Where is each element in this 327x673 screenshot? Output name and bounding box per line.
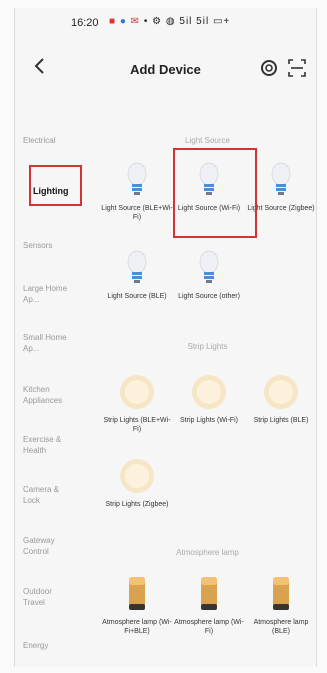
device-light-source-ble[interactable]: Light Source (BLE) — [101, 248, 173, 301]
strip-light-icon — [117, 456, 157, 496]
sidebar-item-sensors[interactable]: Sensors — [23, 240, 93, 251]
device-atmosphere-lamp-ble[interactable]: Atmosphere lamp (BLE) — [245, 574, 316, 636]
device-atmosphere-lamp-wifi-ble[interactable]: Atmosphere lamp (Wi-Fi+BLE) — [101, 574, 173, 636]
atmosphere-lamp-icon — [189, 574, 229, 614]
bulb-icon — [189, 248, 229, 288]
device-atmosphere-lamp-wifi[interactable]: Atmosphere lamp (Wi-Fi) — [173, 574, 245, 636]
phone-screen: 16:20 ■ ● ✉ • ⚙ ◍ 5il 5il ▭+ Add Device — [14, 8, 317, 667]
sidebar-item-electrical[interactable]: Electrical — [23, 135, 93, 146]
bulb-icon — [117, 160, 157, 200]
atmosphere-lamp-icon — [117, 574, 157, 614]
device-label: Light Source (BLE+Wi-Fi) — [101, 205, 173, 221]
qr-scan-icon[interactable] — [287, 58, 307, 78]
device-label: Strip Lights (BLE) — [253, 417, 309, 424]
status-bar: 16:20 ■ ● ✉ • ⚙ ◍ 5il 5il ▭+ — [15, 8, 316, 36]
wifi-light-source-highlight-box — [173, 148, 257, 238]
signal-text: 5il 5il — [179, 16, 210, 27]
wifi-icon: ◍ — [165, 16, 176, 27]
notification-icon: ■ — [109, 16, 117, 27]
auto-scan-icon[interactable] — [259, 58, 279, 78]
sidebar-item-large-home-appliances[interactable]: Large Home Ap... — [23, 283, 75, 305]
device-label: Atmosphere lamp (BLE) — [253, 619, 309, 635]
sidebar-item-camera-lock[interactable]: Camera & Lock — [23, 484, 75, 506]
bulb-icon — [117, 248, 157, 288]
bluetooth-icon: ● — [119, 16, 127, 27]
status-icons: ■ ● ✉ • ⚙ ◍ 5il 5il ▭+ — [109, 16, 230, 27]
device-label: Strip Lights (Zigbee) — [105, 501, 169, 508]
atmosphere-lamp-icon — [261, 574, 301, 614]
status-time: 16:20 — [71, 17, 99, 29]
battery-icon: ▭+ — [212, 16, 231, 27]
device-label: Atmosphere lamp (Wi-Fi) — [174, 619, 244, 635]
bulb-icon — [261, 160, 301, 200]
device-strip-lights-ble-wifi[interactable]: Strip Lights (BLE+Wi-Fi) — [101, 372, 173, 434]
dot-icon: • — [143, 16, 149, 27]
sidebar-item-gateway-control[interactable]: Gateway Control — [23, 535, 75, 557]
strip-light-icon — [261, 372, 301, 412]
header-bar: Add Device — [15, 52, 316, 88]
device-strip-lights-ble[interactable]: Strip Lights (BLE) — [245, 372, 316, 425]
device-label: Strip Lights (Wi-Fi) — [180, 417, 238, 424]
device-label: Light Source (BLE) — [107, 293, 167, 300]
device-strip-lights-wifi[interactable]: Strip Lights (Wi-Fi) — [173, 372, 245, 425]
sidebar-item-kitchen-appliances[interactable]: Kitchen Appliances — [23, 384, 75, 406]
section-title-strip-lights: Strip Lights — [187, 342, 228, 351]
sidebar-item-energy[interactable]: Energy — [23, 640, 93, 651]
device-label: Strip Lights (BLE+Wi-Fi) — [103, 417, 171, 433]
strip-light-icon — [117, 372, 157, 412]
settings-status-icon: ⚙ — [152, 16, 163, 27]
section-title-atmosphere-lamp: Atmosphere lamp — [176, 548, 239, 557]
sidebar-item-outdoor-travel[interactable]: Outdoor Travel — [23, 586, 75, 608]
device-label: Light Source (other) — [178, 293, 240, 300]
device-light-source-ble-wifi[interactable]: Light Source (BLE+Wi-Fi) — [101, 160, 173, 222]
mail-icon: ✉ — [130, 16, 141, 27]
section-title-light-source: Light Source — [185, 136, 230, 145]
device-light-source-other[interactable]: Light Source (other) — [173, 248, 245, 301]
strip-light-icon — [189, 372, 229, 412]
lighting-highlight-box — [29, 165, 82, 206]
sidebar-item-exercise-health[interactable]: Exercise & Health — [23, 434, 75, 456]
device-label: Atmosphere lamp (Wi-Fi+BLE) — [102, 619, 172, 635]
sidebar-item-small-home-appliances[interactable]: Small Home Ap... — [23, 332, 75, 354]
device-strip-lights-zigbee[interactable]: Strip Lights (Zigbee) — [101, 456, 173, 509]
